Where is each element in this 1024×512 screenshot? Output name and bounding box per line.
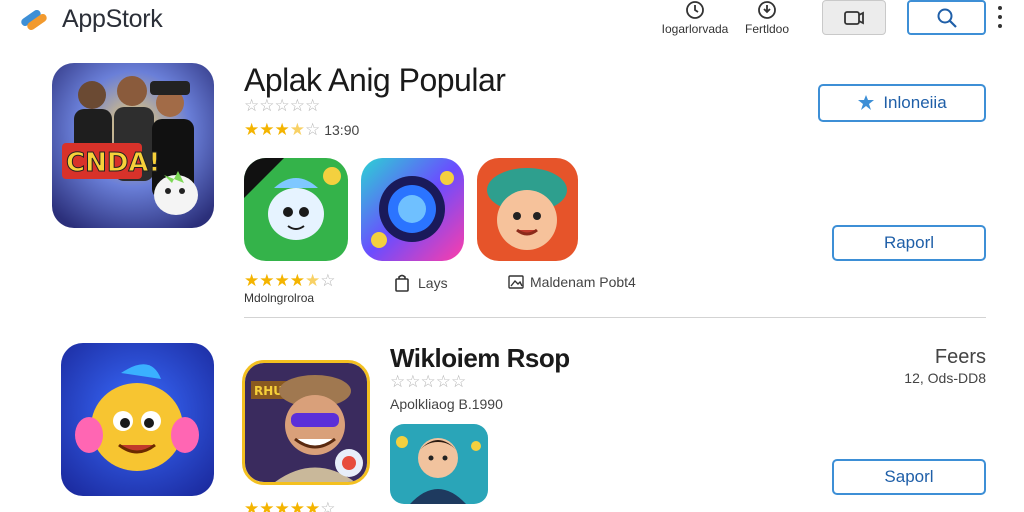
tag-lays-label: Lays <box>418 275 448 291</box>
search-icon <box>937 8 957 28</box>
region-label: Inloneiia <box>883 93 947 112</box>
hero-tile-text: CNDA! <box>66 148 160 178</box>
lens-app-artwork <box>361 158 464 261</box>
fish-app-tile[interactable] <box>61 343 214 496</box>
nav-item-downloads[interactable]: Fertldoo <box>712 0 822 36</box>
section-title-popular: Aplak Anig Popular <box>244 62 506 98</box>
more-vertical-icon[interactable] <box>993 6 1007 28</box>
cart-button[interactable] <box>822 0 886 35</box>
tag-media[interactable]: Maldenam Pobt4 <box>508 274 636 290</box>
rating-stars-row1: ☆☆☆☆☆ <box>244 96 321 115</box>
tag-lays[interactable]: Lays <box>394 274 448 292</box>
download-icon <box>758 1 776 19</box>
section2-meta: Apolkliaog B.1990 <box>390 396 503 412</box>
app-tile-bird[interactable] <box>244 158 348 261</box>
section-title-2: Wikloiem Rsop <box>390 343 570 373</box>
clock-icon <box>686 1 704 19</box>
hero-app-artwork: CNDA! <box>52 63 214 228</box>
boy-app-artwork <box>390 424 488 504</box>
report-button-2[interactable]: Saporl <box>832 459 986 495</box>
bottom-rating-stars: ★★★★★☆ <box>244 499 336 512</box>
bird-app-artwork <box>244 158 348 261</box>
section2-right-label: Feers <box>934 346 986 368</box>
report-button-1[interactable]: Raporl <box>832 225 986 261</box>
bag-icon <box>395 274 409 292</box>
game-app-tile[interactable]: RHUE <box>242 360 370 485</box>
cart-icon <box>844 10 864 25</box>
sub-rating-label: Mdolngrolroa <box>244 291 315 305</box>
nav-label-downloads: Fertldoo <box>744 22 790 36</box>
kid-app-artwork <box>477 158 578 261</box>
fish-app-artwork <box>61 343 214 496</box>
app-tile-lens[interactable] <box>361 158 464 261</box>
rating-count: 13:90 <box>324 121 360 138</box>
globe-icon <box>858 95 875 110</box>
app-tile-kid[interactable] <box>477 158 578 261</box>
section2-rating-stars: ☆☆☆☆☆ <box>390 372 467 391</box>
tag-media-label: Maldenam Pobt4 <box>530 274 636 290</box>
search-button[interactable] <box>907 0 986 35</box>
app-name[interactable]: AppStork <box>62 5 163 34</box>
section2-right-sub: 12, Ods-DD8 <box>904 370 986 386</box>
rating-row2: ★★★★☆ 13:90 <box>244 121 359 138</box>
image-icon <box>508 275 524 289</box>
app-tile-boy[interactable] <box>390 424 488 504</box>
sub-rating-stars: ★★★★★☆ <box>244 271 336 290</box>
section-divider <box>244 317 986 318</box>
rating-stars-row2: ★★★★☆ <box>244 120 321 139</box>
game-app-artwork: RHUE <box>245 363 367 482</box>
hero-app-tile[interactable]: CNDA! <box>52 63 214 228</box>
appstork-logo-icon[interactable] <box>18 6 50 32</box>
region-button[interactable]: Inloneiia <box>818 84 986 122</box>
